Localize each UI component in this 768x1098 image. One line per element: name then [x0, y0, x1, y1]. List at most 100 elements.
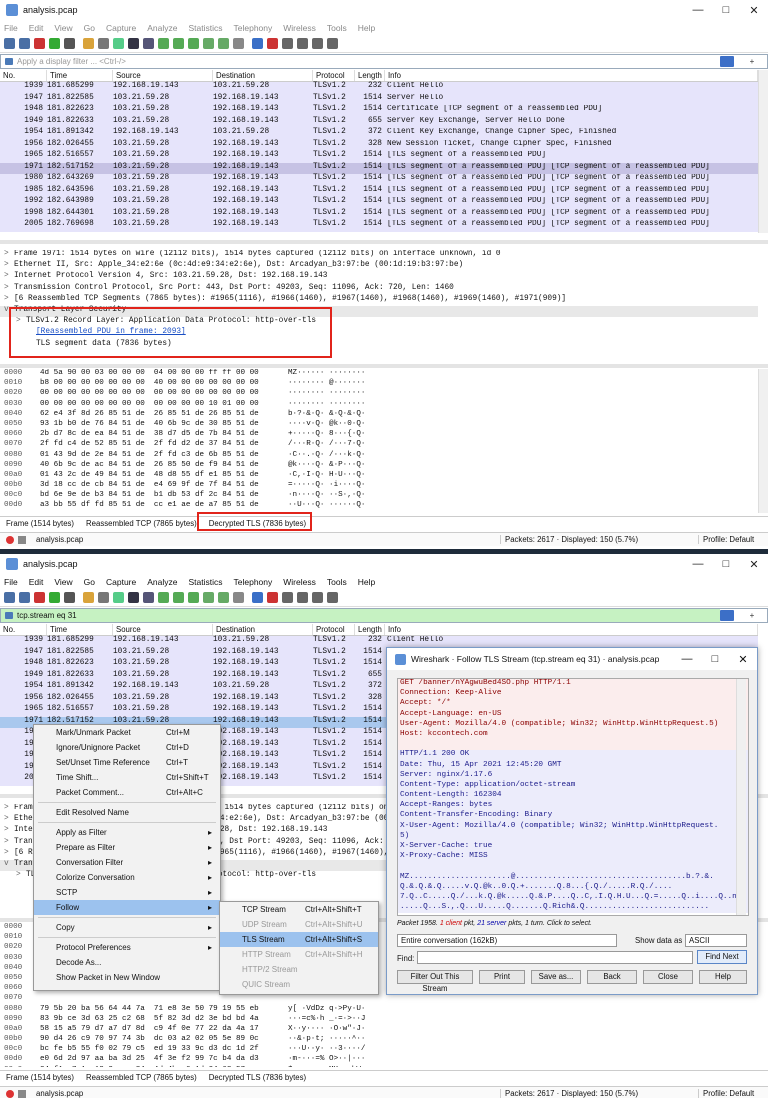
follow-menu-item[interactable]: TLS Stream Ctrl+Alt+Shift+S — [220, 932, 378, 947]
menu-statistics[interactable]: Statistics — [188, 23, 222, 33]
packet-row[interactable]: 1965 182.516557 103.21.59.28 192.168.19.143… — [0, 151, 758, 163]
hex-row[interactable]: 0090 40 6b 9c de ac 84 51 de 26 85 50 de … — [0, 461, 758, 471]
display-filter-input[interactable]: tcp.stream eq 31 — [1, 609, 720, 622]
bytes-tab[interactable]: Reassembled TCP (7865 bytes) — [80, 1073, 203, 1082]
menu-wireless[interactable]: Wireless — [283, 577, 316, 587]
context-menu-item[interactable]: Copy ▸ — [34, 920, 220, 935]
packet-row[interactable]: 1954 181.891342 192.168.19.143 103.21.59.28… — [0, 128, 758, 140]
minimize-icon[interactable]: — — [673, 648, 701, 670]
toolbar-tool-icon[interactable] — [267, 38, 278, 49]
toolbar-tool-icon[interactable] — [173, 38, 184, 49]
column-header[interactable]: No. — [0, 624, 47, 635]
expand-chevron-icon[interactable]: > — [4, 284, 14, 292]
hex-row[interactable]: 00b0 90 d4 26 c9 70 97 74 3b dc 03 a2 02 … — [0, 1035, 758, 1045]
context-menu-item[interactable]: Time Shift... Ctrl+Shift+T — [34, 770, 220, 785]
status-profile[interactable]: Profile: Default — [698, 1089, 754, 1098]
menu-file[interactable]: File — [4, 577, 18, 587]
menu-help[interactable]: Help — [358, 23, 375, 33]
detail-line[interactable]: > Ethernet II, Src: Apple_34:e2:6e (0c:4d… — [0, 261, 758, 272]
toolbar-tool-icon[interactable] — [312, 38, 323, 49]
column-header[interactable]: No. — [0, 70, 47, 81]
toolbar-tool-icon[interactable] — [218, 592, 229, 603]
column-header[interactable]: Protocol — [313, 70, 355, 81]
hex-row[interactable]: 0080 01 43 9d de 2e 84 51 de 2f fd c3 de … — [0, 451, 758, 461]
help-button[interactable]: Help — [699, 970, 747, 984]
context-menu-item[interactable]: Set/Unset Time Reference Ctrl+T — [34, 755, 220, 770]
column-header[interactable]: Time — [47, 624, 113, 635]
close-icon[interactable]: ✕ — [740, 554, 768, 574]
column-header[interactable]: Source — [113, 624, 213, 635]
context-menu-item[interactable]: Prepare as Filter ▸ — [34, 840, 220, 855]
expand-chevron-icon[interactable]: > — [4, 826, 14, 834]
toolbar-tool-icon[interactable] — [297, 592, 308, 603]
pane-splitter[interactable] — [0, 364, 768, 368]
toolbar-tool-icon[interactable] — [327, 592, 338, 603]
toolbar-tool-icon[interactable] — [4, 38, 15, 49]
detail-line[interactable]: > [6 Reassembled TCP Segments (7865 bytes… — [0, 295, 758, 306]
minimize-icon[interactable]: — — [684, 554, 712, 574]
edit-comment-icon[interactable] — [18, 535, 26, 544]
toolbar-tool-icon[interactable] — [128, 38, 139, 49]
filter-out-button[interactable]: Filter Out This Stream — [397, 970, 473, 993]
toolbar-tool-icon[interactable] — [49, 38, 60, 49]
follow-menu-item[interactable]: QUIC Stream — [220, 977, 378, 992]
find-next-button[interactable]: Find Next — [697, 950, 747, 964]
menu-tools[interactable]: Tools — [327, 577, 347, 587]
toolbar-tool-icon[interactable] — [128, 592, 139, 603]
conversation-select[interactable]: Entire conversation (162kB) — [397, 934, 617, 947]
toolbar-tool-icon[interactable] — [203, 592, 214, 603]
toolbar-tool-icon[interactable] — [143, 592, 154, 603]
toolbar-tool-icon[interactable] — [327, 38, 338, 49]
context-menu-item[interactable]: Apply as Filter ▸ — [34, 825, 220, 840]
status-profile[interactable]: Profile: Default — [698, 535, 754, 544]
packet-row[interactable]: 1980 182.643269 103.21.59.28 192.168.19.143… — [0, 174, 758, 186]
packet-row[interactable]: 1992 182.643989 103.21.59.28 192.168.19.143… — [0, 197, 758, 209]
back-button[interactable]: Back — [587, 970, 637, 984]
toolbar-tool-icon[interactable] — [267, 592, 278, 603]
toolbar-tool-icon[interactable] — [312, 592, 323, 603]
hex-row[interactable]: 00c0 bd 6e 9e de b3 84 51 de b1 db 53 df … — [0, 491, 758, 501]
menu-telephony[interactable]: Telephony — [234, 577, 273, 587]
stream-scrollbar[interactable] — [736, 679, 746, 915]
menu-view[interactable]: View — [54, 577, 72, 587]
toolbar-tool-icon[interactable] — [83, 592, 94, 603]
find-input[interactable] — [417, 951, 693, 964]
bytes-scrollbar[interactable] — [758, 369, 768, 513]
maximize-icon[interactable]: □ — [701, 648, 729, 670]
hex-row[interactable]: 0090 83 9b ce 3d 63 25 c2 68 5f 82 3d d2 … — [0, 1015, 758, 1025]
apply-filter-arrow-icon[interactable] — [720, 610, 734, 621]
hex-row[interactable]: 0070 — [0, 994, 758, 1004]
menu-edit[interactable]: Edit — [29, 577, 44, 587]
toolbar-tool-icon[interactable] — [83, 38, 94, 49]
packet-row[interactable]: 1948 181.822623 103.21.59.28 192.168.19.143… — [0, 105, 758, 117]
toolbar-tool-icon[interactable] — [19, 592, 30, 603]
toolbar-tool-icon[interactable] — [49, 592, 60, 603]
context-menu-item[interactable]: Mark/Unmark Packet Ctrl+M — [34, 725, 220, 740]
follow-menu-item[interactable]: UDP Stream Ctrl+Alt+Shift+U — [220, 917, 378, 932]
follow-menu-item[interactable]: HTTP Stream Ctrl+Alt+Shift+H — [220, 947, 378, 962]
minimize-icon[interactable]: — — [684, 0, 712, 20]
hex-row[interactable]: 00a0 01 43 2c de 49 84 51 de 48 d8 55 df … — [0, 471, 758, 481]
toolbar-tool-icon[interactable] — [233, 38, 244, 49]
display-filter-input[interactable]: Apply a display filter ... <Ctrl-/> — [1, 55, 720, 68]
toolbar-tool-icon[interactable] — [34, 592, 45, 603]
menu-capture[interactable]: Capture — [106, 23, 136, 33]
context-menu-item[interactable]: Protocol Preferences ▸ — [34, 940, 220, 955]
menu-file[interactable]: File — [4, 23, 18, 33]
hex-row[interactable]: 0050 93 1b b0 de 76 84 51 de 40 6b 9c de … — [0, 420, 758, 430]
expand-chevron-icon[interactable]: v — [4, 860, 14, 868]
toolbar-tool-icon[interactable] — [64, 38, 75, 49]
context-menu-item[interactable]: Packet Comment... Ctrl+Alt+C — [34, 785, 220, 800]
menu-help[interactable]: Help — [358, 577, 375, 587]
context-menu-item[interactable]: Colorize Conversation ▸ — [34, 870, 220, 885]
close-button[interactable]: Close — [643, 970, 693, 984]
hex-row[interactable]: 0020 00 00 00 00 00 00 00 00 00 00 00 00 … — [0, 389, 758, 399]
hex-row[interactable]: 0080 79 5b 20 ba 56 64 44 7a 71 e8 3e 50 … — [0, 1005, 758, 1015]
column-header[interactable]: Length — [355, 70, 385, 81]
menu-go[interactable]: Go — [84, 577, 95, 587]
context-menu-item[interactable]: Edit Resolved Name — [34, 805, 220, 820]
hex-row[interactable]: 0010 b8 00 00 00 00 00 00 00 40 00 00 00 … — [0, 379, 758, 389]
menu-tools[interactable]: Tools — [327, 23, 347, 33]
expand-chevron-icon[interactable]: > — [4, 295, 14, 303]
toolbar-tool-icon[interactable] — [98, 38, 109, 49]
